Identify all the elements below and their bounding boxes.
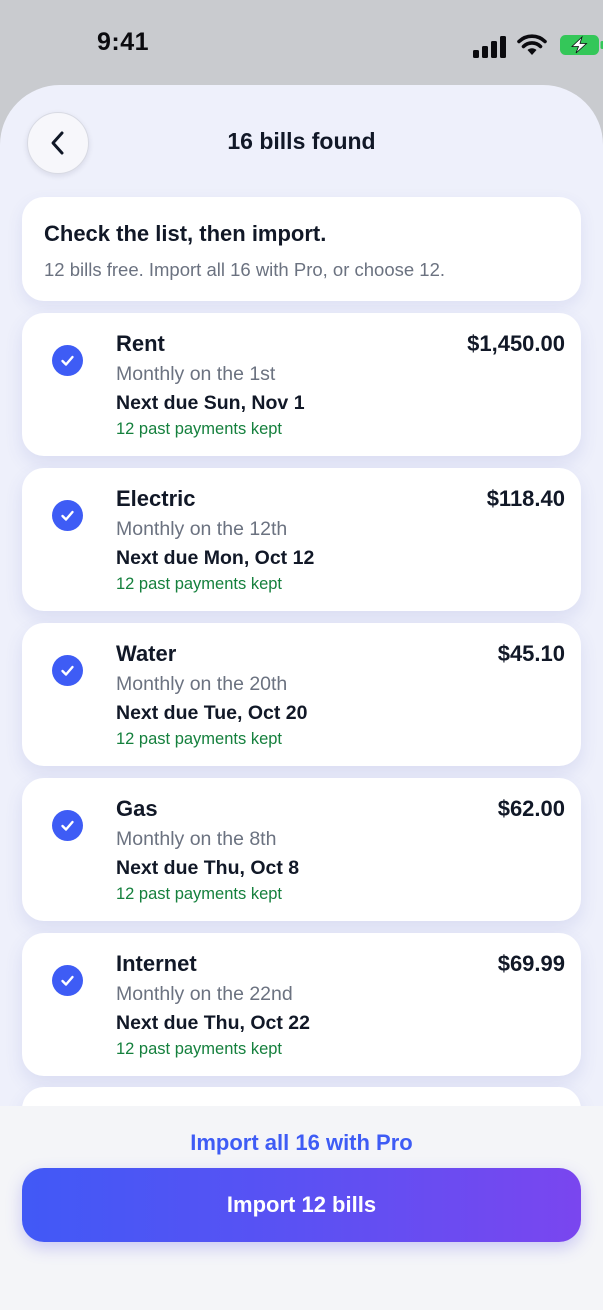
bill-history: 12 past payments kept xyxy=(116,1040,283,1058)
bill-amount: $62.00 xyxy=(497,796,565,821)
checkmark-icon[interactable] xyxy=(52,500,83,531)
bill-name: Gas xyxy=(116,796,158,821)
bill-name: Electric xyxy=(116,486,196,511)
bill-next-due: Next due Tue, Oct 20 xyxy=(116,702,308,724)
import-all-pro-link[interactable]: Import all 16 with Pro xyxy=(0,1130,603,1156)
signal-icon xyxy=(473,36,506,58)
checkmark-icon[interactable] xyxy=(52,345,83,376)
bill-history: 12 past payments kept xyxy=(116,730,283,748)
import-bills-button[interactable]: Import 12 bills xyxy=(22,1168,581,1242)
bill-history: 12 past payments kept xyxy=(116,575,283,593)
bill-card-electric[interactable]: Electric Monthly on the 12th Next due Mo… xyxy=(22,468,581,611)
bill-next-due: Next due Thu, Oct 22 xyxy=(116,1012,310,1034)
bill-card-gas[interactable]: Gas Monthly on the 8th Next due Thu, Oct… xyxy=(22,778,581,921)
page-title: 16 bills found xyxy=(227,128,376,154)
bill-name: Internet xyxy=(116,951,197,976)
checkmark-icon[interactable] xyxy=(52,655,83,686)
bill-card-rent[interactable]: Rent Monthly on the 1st Next due Sun, No… xyxy=(22,313,581,456)
bill-amount: $118.40 xyxy=(486,486,565,511)
checkmark-icon[interactable] xyxy=(52,965,83,996)
bill-frequency: Monthly on the 1st xyxy=(116,363,276,385)
info-title: Check the list, then import. xyxy=(44,221,327,246)
status-bar: 9:41 xyxy=(0,0,603,88)
bill-amount: $45.10 xyxy=(497,641,565,666)
info-card: Check the list, then import. 12 bills fr… xyxy=(22,197,581,301)
bill-card-internet[interactable]: Internet Monthly on the 22nd Next due Th… xyxy=(22,933,581,1076)
bill-next-due: Next due Mon, Oct 12 xyxy=(116,547,315,569)
checkmark-icon[interactable] xyxy=(52,810,83,841)
bill-card-water[interactable]: Water Monthly on the 20th Next due Tue, … xyxy=(22,623,581,766)
bill-next-due: Next due Thu, Oct 8 xyxy=(116,857,300,879)
wifi-icon xyxy=(517,34,547,55)
bottom-panel: Import all 16 with Pro Import 12 bills xyxy=(0,1106,603,1310)
bill-amount: $1,450.00 xyxy=(467,331,565,356)
bill-history: 12 past payments kept xyxy=(116,420,283,438)
sheet: 16 bills found Check the list, then impo… xyxy=(0,85,603,1310)
bill-name: Rent xyxy=(116,331,165,356)
bill-frequency: Monthly on the 12th xyxy=(116,518,288,540)
status-time: 9:41 xyxy=(97,28,150,56)
bill-name: Water xyxy=(116,641,177,666)
bill-frequency: Monthly on the 8th xyxy=(116,828,277,850)
bill-frequency: Monthly on the 22nd xyxy=(116,983,293,1005)
bill-amount: $69.99 xyxy=(497,951,565,976)
bill-next-due: Next due Sun, Nov 1 xyxy=(116,392,305,414)
info-subtitle: 12 bills free. Import all 16 with Pro, o… xyxy=(44,259,446,280)
bill-history: 12 past payments kept xyxy=(116,885,283,903)
battery-charging-icon xyxy=(560,35,603,55)
bill-frequency: Monthly on the 20th xyxy=(116,673,288,695)
